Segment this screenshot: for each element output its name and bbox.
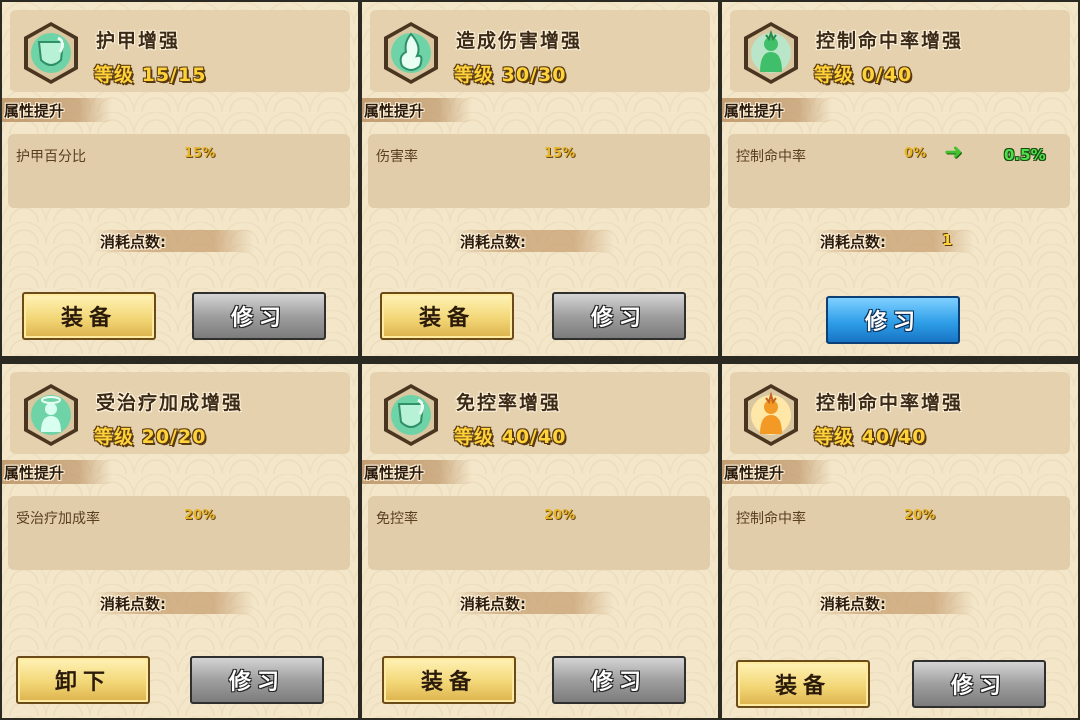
equip-button[interactable]: 装备 [736, 660, 870, 708]
equip-button[interactable]: 装备 [380, 292, 514, 340]
section-label: 属性提升 [362, 460, 472, 484]
halo-figure-icon [24, 384, 78, 446]
cost-row: 消耗点数: 1 [814, 230, 974, 252]
green-figure-icon [744, 22, 798, 84]
skill-panel-control-hit: 控制命中率增强 等级 0/40 属性提升 控制命中率 0% ➜ 0.5% 消耗点… [722, 2, 1078, 356]
attribute-new-value: 0.5% [1004, 146, 1046, 164]
shield-leaf-icon [384, 384, 438, 446]
cost-row: 消耗点数: [94, 230, 254, 252]
skill-panel-control-hit-max: 控制命中率增强 等级 40/40 属性提升 控制命中率 20% 消耗点数: 装备… [722, 364, 1078, 718]
attribute-value: 15% [544, 146, 576, 161]
cost-value: 1 [942, 231, 953, 249]
attribute-box: 控制命中率 0% ➜ 0.5% [728, 134, 1070, 208]
section-label: 属性提升 [362, 98, 472, 122]
attribute-value: 20% [904, 508, 936, 523]
unequip-button[interactable]: 卸下 [16, 656, 150, 704]
skill-title: 护甲增强 [96, 30, 181, 52]
skill-header: 造成伤害增强 等级 30/30 [370, 10, 710, 92]
skill-panel-damage: 造成伤害增强 等级 30/30 属性提升 伤害率 15% 消耗点数: 装备 修习 [362, 2, 718, 356]
cost-label: 消耗点数: [460, 595, 526, 613]
attribute-name: 控制命中率 [736, 149, 806, 165]
equip-button[interactable]: 装备 [22, 292, 156, 340]
attribute-value: 15% [184, 146, 216, 161]
attribute-value: 20% [184, 508, 216, 523]
practice-button[interactable]: 修习 [552, 292, 686, 340]
skill-panel-control-immune: 免控率增强 等级 40/40 属性提升 免控率 20% 消耗点数: 装备 修习 [362, 364, 718, 718]
cost-label: 消耗点数: [100, 233, 166, 251]
practice-button[interactable]: 修习 [190, 656, 324, 704]
cost-row: 消耗点数: [94, 592, 254, 614]
section-label: 属性提升 [722, 98, 832, 122]
attribute-box: 免控率 20% [368, 496, 710, 570]
practice-button[interactable]: 修习 [552, 656, 686, 704]
skill-level: 等级 15/15 [94, 64, 207, 86]
skill-title: 受治疗加成增强 [96, 392, 244, 414]
cost-label: 消耗点数: [820, 595, 886, 613]
cost-label: 消耗点数: [820, 233, 886, 251]
practice-button[interactable]: 修习 [826, 296, 960, 344]
attribute-box: 控制命中率 20% [728, 496, 1070, 570]
section-label: 属性提升 [2, 460, 112, 484]
arrow-right-icon: ➜ [944, 140, 963, 165]
attribute-value: 20% [544, 508, 576, 523]
cost-row: 消耗点数: [454, 230, 614, 252]
attribute-box: 护甲百分比 15% [8, 134, 350, 208]
skill-level: 等级 30/30 [454, 64, 567, 86]
flame-spirit-icon [384, 22, 438, 84]
skill-header: 受治疗加成增强 等级 20/20 [10, 372, 350, 454]
attribute-box: 受治疗加成率 20% [8, 496, 350, 570]
skill-level: 等级 40/40 [454, 426, 567, 448]
skill-title: 造成伤害增强 [456, 30, 583, 52]
attribute-value: 0% [904, 146, 927, 161]
section-label: 属性提升 [722, 460, 832, 484]
skill-header: 控制命中率增强 等级 0/40 [730, 10, 1070, 92]
section-label: 属性提升 [2, 98, 112, 122]
shield-leaf-icon [24, 22, 78, 84]
skill-title: 免控率增强 [456, 392, 562, 414]
attribute-name: 受治疗加成率 [16, 511, 100, 527]
skill-panel-armor: 护甲增强 等级 15/15 属性提升 护甲百分比 15% 消耗点数: 装备 修习 [2, 2, 358, 356]
skill-header: 控制命中率增强 等级 40/40 [730, 372, 1070, 454]
cost-label: 消耗点数: [460, 233, 526, 251]
attribute-box: 伤害率 15% [368, 134, 710, 208]
cost-row: 消耗点数: [454, 592, 614, 614]
skill-level: 等级 20/20 [94, 426, 207, 448]
skill-title: 控制命中率增强 [816, 392, 964, 414]
skill-panel-heal-bonus: 受治疗加成增强 等级 20/20 属性提升 受治疗加成率 20% 消耗点数: 卸… [2, 364, 358, 718]
attribute-name: 控制命中率 [736, 511, 806, 527]
attribute-name: 免控率 [376, 511, 418, 527]
skill-title: 控制命中率增强 [816, 30, 964, 52]
attribute-name: 伤害率 [376, 149, 418, 165]
skill-level: 等级 40/40 [814, 426, 927, 448]
orange-figure-icon [744, 384, 798, 446]
practice-button[interactable]: 修习 [192, 292, 326, 340]
equip-button[interactable]: 装备 [382, 656, 516, 704]
attribute-name: 护甲百分比 [16, 149, 86, 165]
skill-level: 等级 0/40 [814, 64, 913, 86]
cost-label: 消耗点数: [100, 595, 166, 613]
skill-header: 免控率增强 等级 40/40 [370, 372, 710, 454]
skill-header: 护甲增强 等级 15/15 [10, 10, 350, 92]
practice-button[interactable]: 修习 [912, 660, 1046, 708]
cost-row: 消耗点数: [814, 592, 974, 614]
